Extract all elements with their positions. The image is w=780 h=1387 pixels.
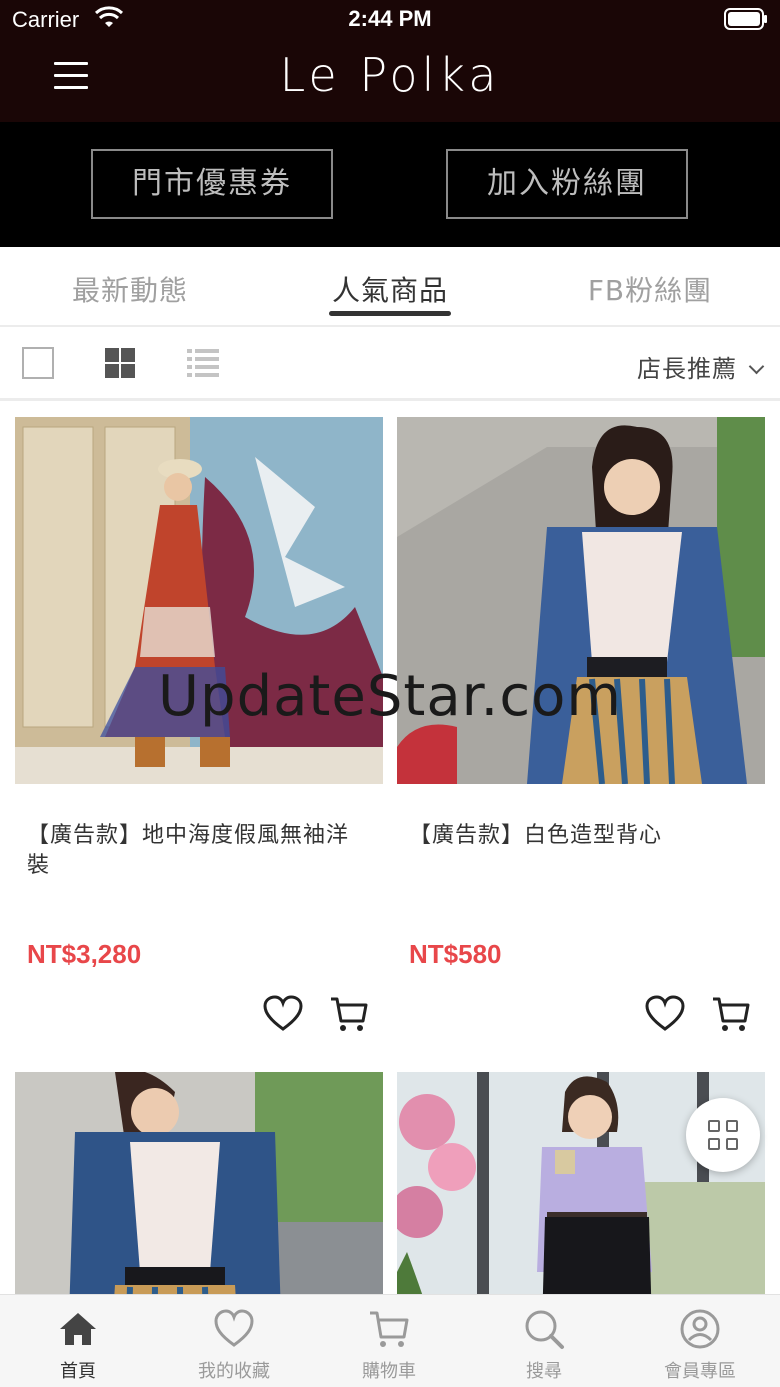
cart-icon[interactable]: [711, 995, 751, 1033]
product-price: NT$3,280: [27, 939, 142, 969]
active-tab-indicator: [329, 311, 451, 316]
user-icon: [680, 1309, 720, 1349]
nav-cart-label: 購物車: [362, 1361, 416, 1382]
battery-icon: [724, 8, 767, 30]
sort-label: 店長推薦: [637, 355, 737, 383]
app-header: Le Polka: [0, 40, 780, 122]
nav-favorites-label: 我的收藏: [198, 1361, 270, 1382]
heart-icon[interactable]: [263, 995, 303, 1033]
product-card[interactable]: 【廣告款】地中海度假風無袖洋裝 NT$3,280: [15, 417, 383, 1031]
bottom-nav: 首頁 我的收藏 購物車 搜尋 會員專區: [0, 1294, 780, 1387]
product-card[interactable]: [15, 1072, 383, 1294]
chevron-down-icon: [748, 358, 765, 375]
nav-home[interactable]: 首頁: [18, 1307, 138, 1383]
grid-view-icon[interactable]: [104, 347, 136, 379]
product-image[interactable]: [397, 417, 765, 784]
cart-icon: [370, 1311, 409, 1347]
product-price: NT$580: [409, 939, 502, 969]
promo-bar: 門市優惠券 加入粉絲團: [0, 122, 780, 247]
nav-cart[interactable]: 購物車: [329, 1307, 449, 1383]
cart-icon[interactable]: [329, 995, 369, 1033]
product-card[interactable]: 【廣告款】白色造型背心 NT$580: [397, 417, 765, 1031]
search-icon: [525, 1310, 564, 1349]
view-toolbar: 店長推薦: [0, 327, 780, 401]
nav-search-label: 搜尋: [526, 1361, 562, 1382]
grid-menu-fab[interactable]: [686, 1098, 760, 1172]
single-view-icon[interactable]: [22, 347, 54, 379]
nav-member[interactable]: 會員專區: [640, 1307, 760, 1383]
status-bar: Carrier 2:44 PM: [0, 0, 780, 40]
nav-home-label: 首頁: [60, 1361, 96, 1382]
category-tabs: 最新動態 人氣商品 FB粉絲團: [0, 247, 780, 327]
list-view-icon[interactable]: [187, 347, 219, 379]
product-name[interactable]: 【廣告款】地中海度假風無袖洋裝: [27, 821, 367, 881]
nav-favorites[interactable]: 我的收藏: [174, 1307, 294, 1383]
home-icon: [60, 1313, 96, 1345]
sort-dropdown[interactable]: 店長推薦: [637, 349, 765, 384]
tab-popular-products[interactable]: 人氣商品: [300, 269, 480, 309]
join-fan-club-button[interactable]: 加入粉絲團: [446, 149, 688, 219]
heart-icon: [214, 1309, 254, 1347]
product-image[interactable]: [15, 417, 383, 784]
tab-latest-news[interactable]: 最新動態: [40, 269, 220, 309]
product-name[interactable]: 【廣告款】白色造型背心: [409, 821, 749, 851]
nav-member-label: 會員專區: [664, 1361, 736, 1382]
heart-icon[interactable]: [645, 995, 685, 1033]
product-image[interactable]: [15, 1072, 383, 1294]
store-coupon-button[interactable]: 門市優惠券: [91, 149, 333, 219]
clock: 2:44 PM: [348, 6, 432, 31]
tab-fb-fan-page[interactable]: FB粉絲團: [560, 269, 740, 309]
brand-logo: Le Polka: [279, 48, 501, 102]
product-grid: 【廣告款】地中海度假風無袖洋裝 NT$3,280 【廣告款】白色造型背心 NT$…: [0, 404, 780, 1294]
nav-search[interactable]: 搜尋: [484, 1307, 604, 1383]
